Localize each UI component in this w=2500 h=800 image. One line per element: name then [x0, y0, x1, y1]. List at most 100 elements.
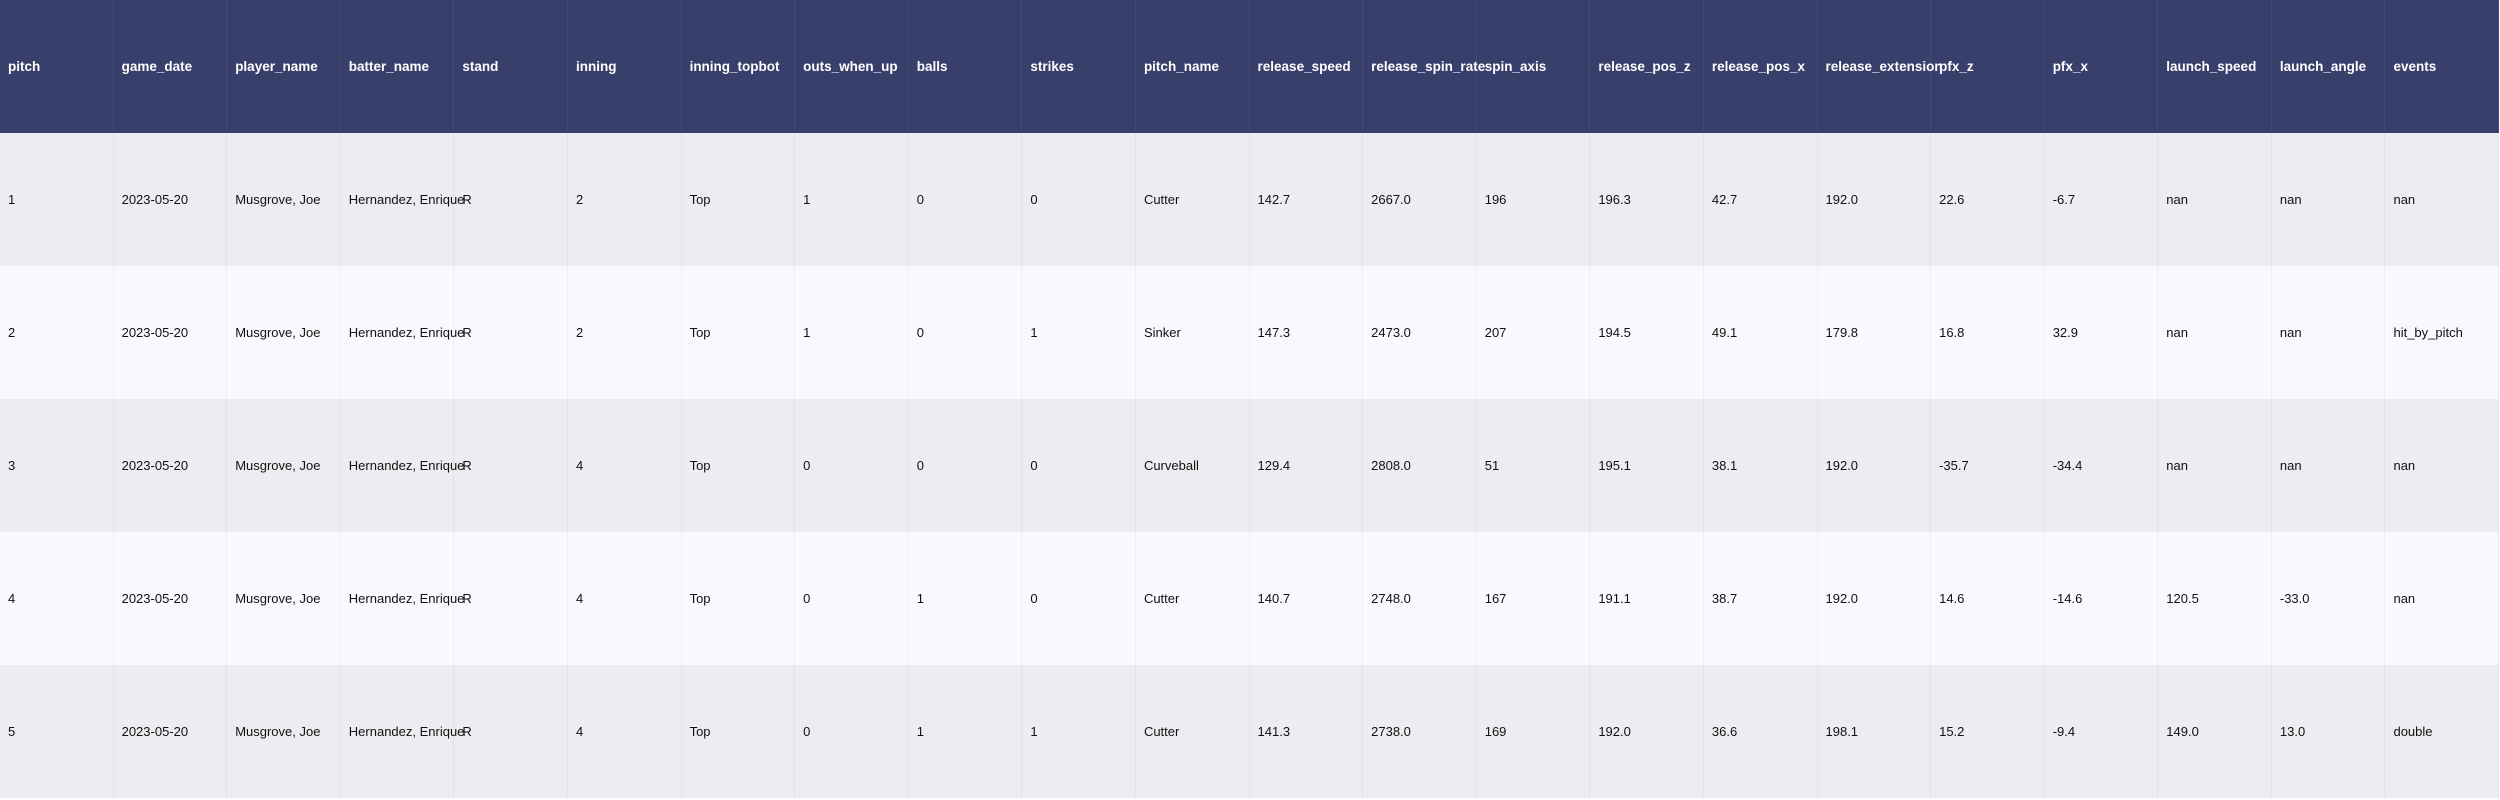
- column-header-inning-topbot[interactable]: inning_topbot: [681, 0, 796, 133]
- column-header-launch-angle[interactable]: launch_angle: [2271, 0, 2386, 133]
- column-header-label: launch_angle: [2279, 59, 2367, 74]
- table-cell-inning: 4: [567, 665, 682, 798]
- cell-value: Hernandez, Enrique: [348, 458, 465, 473]
- cell-value: 192.0: [1825, 591, 1859, 606]
- column-header-release-pos-z[interactable]: release_pos_z: [1590, 0, 1704, 133]
- column-header-outs-when-up[interactable]: outs_when_up: [795, 0, 909, 133]
- table-cell-release-extension: 179.8: [1817, 266, 1932, 399]
- table-cell-balls: 1: [908, 532, 1023, 665]
- column-header-label: launch_speed: [2166, 59, 2257, 74]
- cell-value: R: [462, 458, 472, 473]
- table-cell-events: nan: [2385, 133, 2500, 266]
- column-header-pfx-z[interactable]: pfx_z: [1931, 0, 2045, 133]
- table-cell-release-spin-rate: 2748.0: [1363, 532, 1477, 665]
- column-header-launch-speed[interactable]: launch_speed: [2158, 0, 2272, 133]
- cell-value: 22.6: [1939, 192, 1965, 207]
- column-header-pitch-name[interactable]: pitch_name: [1135, 0, 1250, 133]
- cell-value: Top: [689, 458, 711, 473]
- table-cell-launch-angle: -33.0: [2271, 532, 2386, 665]
- table-cell-player-name: Musgrove, Joe: [227, 133, 341, 266]
- table-cell-pfx-x: -9.4: [2044, 665, 2159, 798]
- table-cell-pfx-x: -14.6: [2044, 532, 2159, 665]
- cell-value: Musgrove, Joe: [235, 591, 321, 606]
- table-cell-batter-name: Hernandez, Enrique: [340, 266, 464, 399]
- column-header-spin-axis[interactable]: spin_axis: [1476, 0, 1591, 133]
- table-cell-strikes: 0: [1022, 133, 1136, 266]
- cell-value: 15.2: [1939, 724, 1965, 739]
- cell-value: 2808.0: [1371, 458, 1411, 473]
- cell-value: 179.8: [1825, 325, 1859, 340]
- table-cell-batter-name: Hernandez, Enrique: [340, 133, 464, 266]
- cell-value: 2667.0: [1371, 192, 1411, 207]
- column-header-player-name[interactable]: player_name: [227, 0, 341, 133]
- table-cell-release-spin-rate: 2667.0: [1363, 133, 1477, 266]
- cell-value: Cutter: [1143, 724, 1180, 739]
- cell-value: nan: [2279, 192, 2302, 207]
- cell-value: 1: [803, 192, 811, 207]
- column-header-label: batter_name: [348, 59, 430, 74]
- table-cell-batter-name: Hernandez, Enrique: [340, 665, 464, 798]
- table-cell-pitch: 2: [0, 266, 114, 399]
- column-header-label: player_name: [235, 59, 318, 74]
- column-header-label: release_spin_rate: [1371, 59, 1486, 74]
- table-cell-pitch: 5: [0, 665, 114, 798]
- cell-value: 1: [8, 192, 16, 207]
- cell-value: 194.5: [1598, 325, 1631, 340]
- column-header-inning[interactable]: inning: [567, 0, 682, 133]
- column-header-label: pitch: [8, 59, 41, 74]
- column-header-release-speed[interactable]: release_speed: [1249, 0, 1364, 133]
- cell-value: Hernandez, Enrique: [348, 192, 465, 207]
- table-cell-release-pos-x: 42.7: [1703, 133, 1818, 266]
- cell-value: Hernandez, Enrique: [348, 724, 465, 739]
- cell-value: 120.5: [2166, 591, 2199, 606]
- table-cell-pfx-x: -6.7: [2044, 133, 2159, 266]
- table-cell-outs-when-up: 1: [795, 133, 909, 266]
- column-header-pfx-x[interactable]: pfx_x: [2044, 0, 2159, 133]
- column-header-label: pfx_x: [2052, 59, 2088, 74]
- column-header-label: game_date: [121, 59, 193, 74]
- column-header-strikes[interactable]: strikes: [1022, 0, 1136, 133]
- table-cell-batter-name: Hernandez, Enrique: [340, 399, 464, 532]
- cell-value: 32.9: [2052, 325, 2078, 340]
- column-header-game-date[interactable]: game_date: [113, 0, 228, 133]
- table-cell-game-date: 2023-05-20: [113, 266, 228, 399]
- column-header-batter-name[interactable]: batter_name: [340, 0, 455, 133]
- cell-value: 149.0: [2166, 724, 2199, 739]
- cell-value: 16.8: [1939, 325, 1965, 340]
- column-header-events[interactable]: events: [2385, 0, 2500, 133]
- table-cell-inning: 2: [567, 133, 682, 266]
- cell-value: 3: [8, 458, 16, 473]
- table-cell-events: hit_by_pitch: [2385, 266, 2500, 399]
- table-cell-stand: R: [454, 399, 568, 532]
- cell-value: 2473.0: [1371, 325, 1411, 340]
- cell-value: 0: [916, 458, 924, 473]
- cell-value: 0: [916, 192, 924, 207]
- column-header-release-spin-rate[interactable]: release_spin_rate: [1363, 0, 1485, 133]
- table-cell-spin-axis: 167: [1476, 532, 1591, 665]
- table-cell-stand: R: [454, 266, 568, 399]
- column-header-label: balls: [916, 59, 948, 74]
- table-cell-release-speed: 141.3: [1249, 665, 1364, 798]
- column-header-release-pos-x[interactable]: release_pos_x: [1703, 0, 1818, 133]
- table-cell-release-pos-z: 191.1: [1590, 532, 1704, 665]
- table-cell-release-speed: 129.4: [1249, 399, 1364, 532]
- column-header-label: release_pos_x: [1711, 59, 1805, 74]
- table-cell-launch-speed: nan: [2158, 399, 2272, 532]
- table-cell-release-extension: 198.1: [1817, 665, 1932, 798]
- column-header-release-extension[interactable]: release_extension: [1817, 0, 1943, 133]
- column-header-label: release_speed: [1257, 59, 1351, 74]
- table-cell-release-extension: 192.0: [1817, 532, 1932, 665]
- table-cell-game-date: 2023-05-20: [113, 665, 228, 798]
- column-header-stand[interactable]: stand: [454, 0, 568, 133]
- table-cell-outs-when-up: 1: [795, 266, 909, 399]
- column-header-balls[interactable]: balls: [908, 0, 1023, 133]
- cell-value: R: [462, 724, 472, 739]
- table-cell-strikes: 1: [1022, 266, 1136, 399]
- cell-value: 2023-05-20: [121, 325, 189, 340]
- table-cell-inning: 2: [567, 266, 682, 399]
- table-cell-balls: 0: [908, 133, 1023, 266]
- column-header-pitch[interactable]: pitch: [0, 0, 114, 133]
- table-cell-game-date: 2023-05-20: [113, 399, 228, 532]
- cell-value: Curveball: [1143, 458, 1199, 473]
- cell-value: nan: [2279, 325, 2302, 340]
